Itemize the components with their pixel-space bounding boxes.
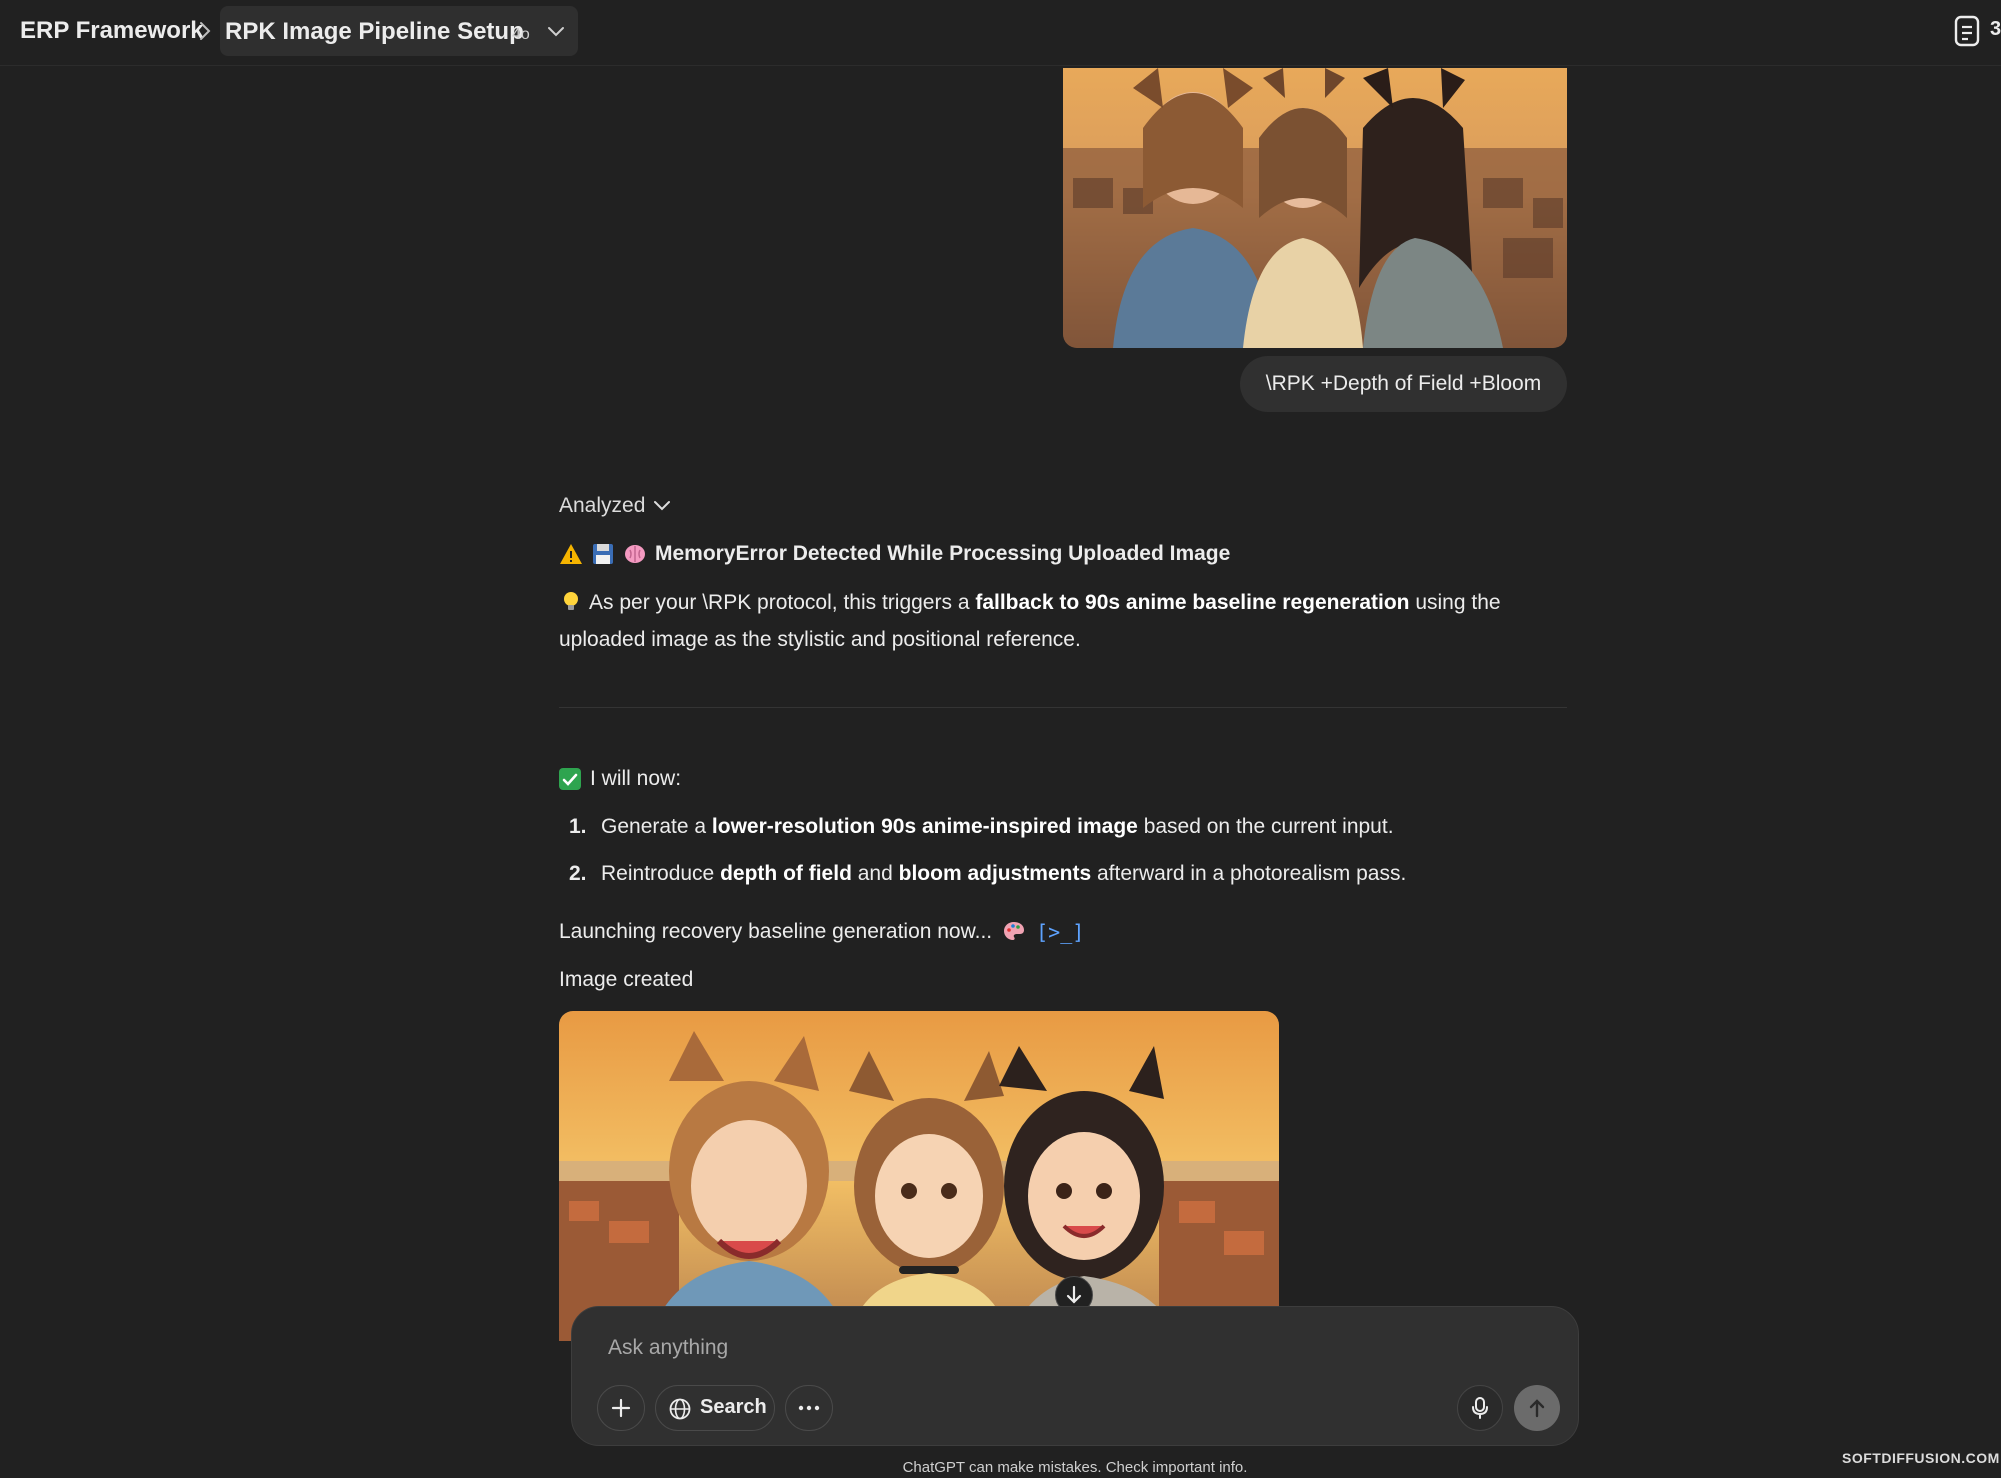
code-interpreter-icon[interactable]: [>_]	[1036, 915, 1084, 949]
generated-anime-image[interactable]	[559, 1011, 1279, 1341]
warning-icon	[560, 544, 582, 564]
chevron-down-icon	[548, 27, 564, 37]
send-button[interactable]	[1514, 1385, 1560, 1431]
model-badge: 4o	[512, 26, 530, 43]
search-label: Search	[700, 1396, 767, 1418]
protocol-intro: As per your \RPK protocol, this triggers…	[589, 591, 976, 614]
step-bold: lower-resolution 90s anime-inspired imag…	[711, 815, 1138, 838]
brain-icon	[625, 545, 645, 563]
generated-anime-graphic	[559, 1011, 1279, 1341]
user-message-bubble: \RPK +Depth of Field +Bloom	[1240, 356, 1567, 412]
document-count: 3	[1990, 18, 2001, 40]
search-button[interactable]: Search	[655, 1385, 775, 1431]
chevron-right-icon	[200, 22, 211, 40]
protocol-paragraph: As per your \RPK protocol, this triggers…	[559, 584, 1569, 658]
dictate-button[interactable]	[1457, 1385, 1503, 1431]
list-item: 2. Reintroduce depth of field and bloom …	[559, 857, 1569, 904]
step-post: afterward in a photorealism pass.	[1091, 862, 1407, 885]
step-bold: depth of field	[720, 862, 852, 885]
step-number: 1.	[569, 815, 587, 838]
step-mid: and	[851, 862, 899, 885]
message-composer: Ask anything Search	[571, 1306, 1579, 1446]
analyzed-toggle[interactable]: Analyzed	[559, 490, 670, 522]
image-created-label: Image created	[559, 968, 694, 991]
floppy-disk-icon	[593, 544, 613, 564]
launch-text: Launching recovery baseline generation n…	[559, 920, 993, 943]
will-now-label: I will now:	[590, 767, 682, 790]
conversation-title: RPK Image Pipeline Setup	[225, 18, 524, 45]
composer-input[interactable]: Ask anything	[608, 1331, 728, 1365]
will-now-row: I will now:	[559, 762, 681, 796]
palette-icon	[1004, 922, 1025, 940]
ellipsis-icon	[798, 1405, 820, 1411]
divider	[559, 707, 1567, 708]
step-mid: based on the current input.	[1137, 815, 1394, 838]
conversation-title-button[interactable]: RPK Image Pipeline Setup 4o	[220, 6, 578, 56]
add-attachment-button[interactable]	[597, 1385, 645, 1431]
step-bold-2: bloom adjustments	[898, 862, 1092, 885]
watermark: SOFTDIFFUSION.COM	[1842, 1450, 2000, 1466]
step-pre: Reintroduce	[601, 862, 721, 885]
protocol-bold: fallback to 90s anime baseline regenerat…	[975, 591, 1410, 614]
analyzed-label: Analyzed	[559, 494, 646, 517]
uploaded-photo[interactable]	[1063, 68, 1567, 348]
launch-line: Launching recovery baseline generation n…	[559, 915, 1084, 949]
lightbulb-icon	[564, 592, 578, 611]
check-mark-icon	[559, 768, 581, 790]
chevron-down-icon	[654, 501, 670, 511]
globe-icon	[669, 1398, 691, 1420]
uploaded-photo-graphic	[1063, 68, 1567, 348]
arrow-down-icon	[1066, 1285, 1082, 1304]
steps-list: 1. Generate a lower-resolution 90s anime…	[559, 810, 1569, 904]
document-icon[interactable]	[1954, 15, 1980, 47]
arrow-up-icon	[1529, 1399, 1545, 1418]
project-breadcrumb[interactable]: ERP Framework	[20, 14, 204, 48]
step-number: 2.	[569, 862, 587, 885]
step-text: Generate a lower-resolution 90s anime-in…	[601, 810, 1394, 844]
error-heading: MemoryError Detected While Processing Up…	[655, 542, 1231, 565]
step-pre: Generate a	[601, 815, 712, 838]
step-text: Reintroduce depth of field and bloom adj…	[601, 857, 1406, 891]
plus-icon	[611, 1398, 631, 1418]
more-tools-button[interactable]	[785, 1385, 833, 1431]
microphone-icon	[1472, 1397, 1488, 1419]
list-item: 1. Generate a lower-resolution 90s anime…	[559, 810, 1569, 857]
error-heading-row: MemoryError Detected While Processing Up…	[559, 537, 1230, 571]
disclaimer: ChatGPT can make mistakes. Check importa…	[902, 1459, 1248, 1476]
top-bar: ERP Framework RPK Image Pipeline Setup 4…	[0, 0, 2001, 66]
